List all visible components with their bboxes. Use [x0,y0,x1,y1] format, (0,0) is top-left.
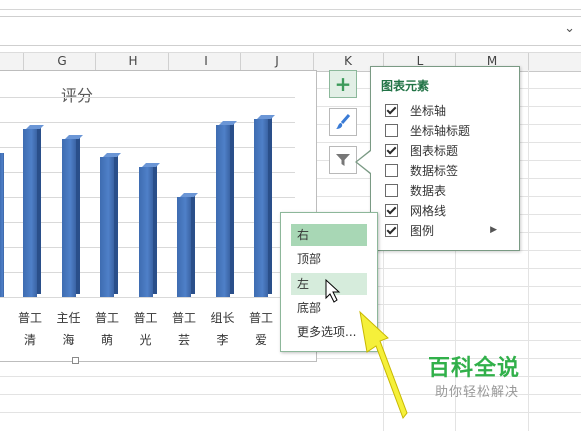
yellow-arrow-icon [359,310,408,419]
mouse-cursor-icon [325,278,341,303]
watermark-title: 百科全说 [428,356,521,381]
watermark-subtitle: 助你轻松解决 [435,385,520,400]
